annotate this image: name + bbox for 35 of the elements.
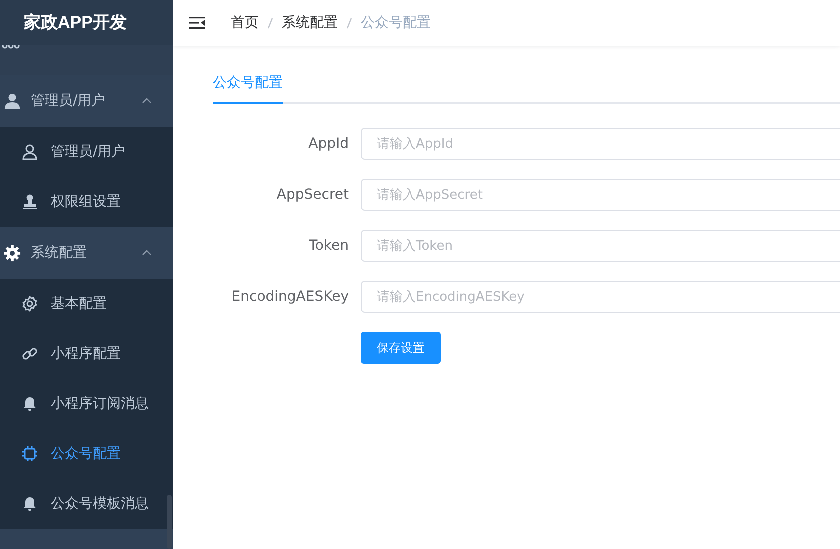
- nodes-icon: [2, 45, 20, 51]
- menu-item[interactable]: 小程序订阅消息: [0, 379, 173, 429]
- input-field[interactable]: 请输入AppId: [361, 128, 840, 160]
- menu-item[interactable]: 小程序配置: [0, 329, 173, 379]
- link-icon: [22, 346, 38, 362]
- app-logo-text: 家政APP开发: [24, 12, 127, 34]
- menu-item[interactable]: 管理员/用户: [0, 127, 173, 177]
- person-icon: [4, 92, 21, 110]
- chevron-icon: [142, 250, 152, 256]
- bell-icon: [22, 496, 38, 512]
- input-field[interactable]: 请输入AppSecret: [361, 179, 840, 211]
- breadcrumb-item[interactable]: 系统配置: [282, 14, 338, 32]
- field-label: AppId: [308, 136, 350, 152]
- slash-icon: [347, 18, 352, 28]
- scrollbar-thumb[interactable]: [167, 495, 172, 549]
- user-icon: [22, 144, 38, 160]
- menu-item[interactable]: 权限组设置: [0, 177, 173, 227]
- chip-icon: [22, 446, 38, 462]
- menu-item[interactable]: 公众号模板消息: [0, 479, 173, 529]
- slash-icon: [268, 18, 273, 28]
- menu-item[interactable]: 基本配置: [0, 279, 173, 329]
- gear-icon: [4, 244, 21, 262]
- menu-icon[interactable]: [189, 16, 205, 30]
- breadcrumb-item: 公众号配置: [361, 14, 431, 32]
- input-field[interactable]: 请输入EncodingAESKey: [361, 281, 840, 313]
- input-field[interactable]: 请输入Token: [361, 230, 840, 262]
- stamp-icon: [22, 194, 38, 210]
- field-label: EncodingAESKey: [230, 289, 350, 305]
- bell-icon: [22, 396, 38, 412]
- field-label: AppSecret: [276, 187, 350, 203]
- field-label: Token: [308, 238, 350, 254]
- chevron-icon: [142, 98, 152, 104]
- settings-icon: [22, 296, 38, 312]
- menu-item[interactable]: 公众号配置: [0, 429, 173, 479]
- breadcrumb-item[interactable]: 首页: [231, 14, 259, 32]
